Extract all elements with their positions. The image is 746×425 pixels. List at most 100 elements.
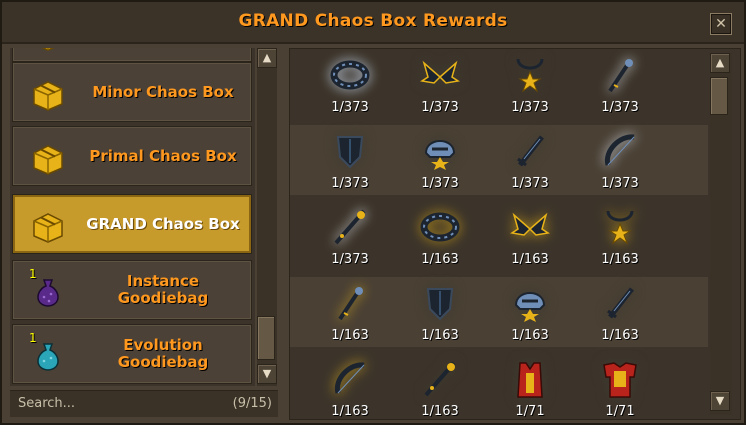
wings-icon: [510, 207, 550, 247]
reward-drop-rate: 1/373: [511, 176, 549, 191]
reward-drop-rate: 1/373: [511, 100, 549, 115]
staff-icon: [330, 207, 370, 247]
reward-item[interactable]: 1/373: [394, 125, 486, 195]
reward-item[interactable]: 1/71: [574, 353, 666, 419]
scroll-thumb[interactable]: [710, 77, 728, 115]
box-list-item[interactable]: GRAND Chaos Box: [12, 194, 252, 254]
reward-item[interactable]: 1/163: [304, 353, 396, 419]
helmet-icon: [420, 131, 460, 171]
reward-drop-rate: 1/163: [601, 252, 639, 267]
reward-item[interactable]: 1/373: [394, 49, 486, 119]
reward-item[interactable]: 1/373: [304, 49, 396, 119]
box-list-item[interactable]: Evolution Goodiebag 1: [12, 324, 252, 384]
reward-item[interactable]: 1/373: [484, 49, 576, 119]
reward-item[interactable]: 1/163: [394, 277, 486, 347]
sword-icon: [510, 131, 550, 171]
helmet-icon: [510, 283, 550, 323]
title-bar: GRAND Chaos Box Rewards ✕: [2, 2, 744, 44]
ring-icon: [420, 207, 460, 247]
wings-icon: [420, 55, 460, 95]
scroll-thumb[interactable]: [257, 316, 275, 360]
box-count: 1: [29, 267, 37, 281]
box-list-item[interactable]: Instance Goodiebag 1: [12, 260, 252, 320]
box-list-item[interactable]: Primal Chaos Box: [12, 126, 252, 186]
reward-drop-rate: 1/373: [331, 176, 369, 191]
rewards-window: GRAND Chaos Box Rewards ✕ Box Minor Chao…: [0, 0, 746, 425]
reward-item[interactable]: 1/373: [574, 125, 666, 195]
reward-item[interactable]: 1/163: [484, 201, 576, 271]
box-list-scrollbar[interactable]: ▲ ▼: [257, 48, 277, 386]
box-label: Primal Chaos Box: [89, 146, 237, 165]
reward-item[interactable]: 1/71: [484, 353, 576, 419]
search-input[interactable]: Search...: [18, 396, 75, 411]
box-list-item[interactable]: Box: [12, 48, 252, 62]
sword-icon: [600, 283, 640, 323]
window-title: GRAND Chaos Box Rewards: [238, 11, 508, 31]
reward-drop-rate: 1/373: [421, 100, 459, 115]
reward-item[interactable]: 1/373: [304, 125, 396, 195]
box-icon: [31, 141, 65, 175]
reward-drop-rate: 1/163: [511, 252, 549, 267]
reward-row: 1/373 1/373 1/373 1/373: [290, 125, 708, 195]
shield-icon: [420, 283, 460, 323]
reward-row: 1/373 1/373 1/373 1/373: [290, 49, 708, 119]
bow-icon: [600, 131, 640, 171]
reward-drop-rate: 1/163: [421, 404, 459, 419]
amulet-icon: [600, 207, 640, 247]
reward-drop-rate: 1/71: [515, 404, 545, 419]
box-list-item[interactable]: Minor Chaos Box: [12, 62, 252, 122]
reward-drop-rate: 1/163: [331, 328, 369, 343]
scroll-down-button[interactable]: ▼: [710, 391, 730, 411]
box-count: 1: [29, 331, 37, 345]
reward-drop-rate: 1/163: [331, 404, 369, 419]
box-icon: [31, 77, 65, 111]
reward-item[interactable]: 1/163: [574, 277, 666, 347]
reward-item[interactable]: 1/163: [574, 201, 666, 271]
rewards-panel: 1/373 1/373 1/373 1/373 1/373 1/373 1/37…: [289, 48, 741, 420]
box-label: Evolution Goodiebag: [117, 336, 209, 371]
reward-drop-rate: 1/373: [421, 176, 459, 191]
reward-item[interactable]: 1/373: [304, 201, 396, 271]
reward-item[interactable]: 1/163: [394, 353, 486, 419]
reward-row: 1/373 1/163 1/163 1/163: [290, 201, 708, 271]
reward-drop-rate: 1/163: [421, 328, 459, 343]
wand-icon: [330, 283, 370, 323]
shield-icon: [330, 131, 370, 171]
box-label: GRAND Chaos Box: [86, 214, 240, 233]
reward-drop-rate: 1/71: [605, 404, 635, 419]
scroll-down-button[interactable]: ▼: [257, 364, 277, 384]
reward-item[interactable]: 1/373: [484, 125, 576, 195]
reward-item[interactable]: 1/163: [484, 277, 576, 347]
reward-drop-rate: 1/163: [511, 328, 549, 343]
close-button[interactable]: ✕: [710, 13, 732, 35]
box-list-panel: Box Minor Chaos Box Primal Chaos Box GRA…: [10, 48, 278, 418]
body-armour-icon: [510, 359, 550, 399]
reward-drop-rate: 1/373: [331, 100, 369, 115]
rewards-scrollbar[interactable]: ▲ ▼: [710, 53, 732, 415]
reward-drop-rate: 1/373: [601, 100, 639, 115]
wand-icon: [600, 55, 640, 95]
reward-drop-rate: 1/163: [601, 328, 639, 343]
reward-item[interactable]: 1/373: [574, 49, 666, 119]
box-label: Box: [79, 48, 247, 61]
box-label: Instance Goodiebag: [117, 272, 209, 307]
scroll-up-button[interactable]: ▲: [257, 48, 277, 68]
reward-drop-rate: 1/373: [601, 176, 639, 191]
reward-row: 1/163 1/163 1/163 1/163: [290, 277, 708, 347]
reward-drop-rate: 1/373: [331, 252, 369, 267]
scroll-up-button[interactable]: ▲: [710, 53, 730, 73]
search-result-count: (9/15): [232, 396, 272, 411]
staff-icon: [420, 359, 460, 399]
reward-item[interactable]: 1/163: [394, 201, 486, 271]
reward-drop-rate: 1/163: [421, 252, 459, 267]
reward-item[interactable]: 1/163: [304, 277, 396, 347]
bow-icon: [330, 359, 370, 399]
reward-row: 1/163 1/163 1/71 1/71: [290, 353, 708, 419]
box-icon: [31, 48, 65, 51]
ring-icon: [330, 55, 370, 95]
search-bar[interactable]: Search... (9/15): [10, 390, 278, 417]
box-icon: [31, 209, 65, 243]
platebody-icon: [600, 359, 640, 399]
box-list: Box Minor Chaos Box Primal Chaos Box GRA…: [10, 48, 255, 386]
amulet-icon: [510, 55, 550, 95]
